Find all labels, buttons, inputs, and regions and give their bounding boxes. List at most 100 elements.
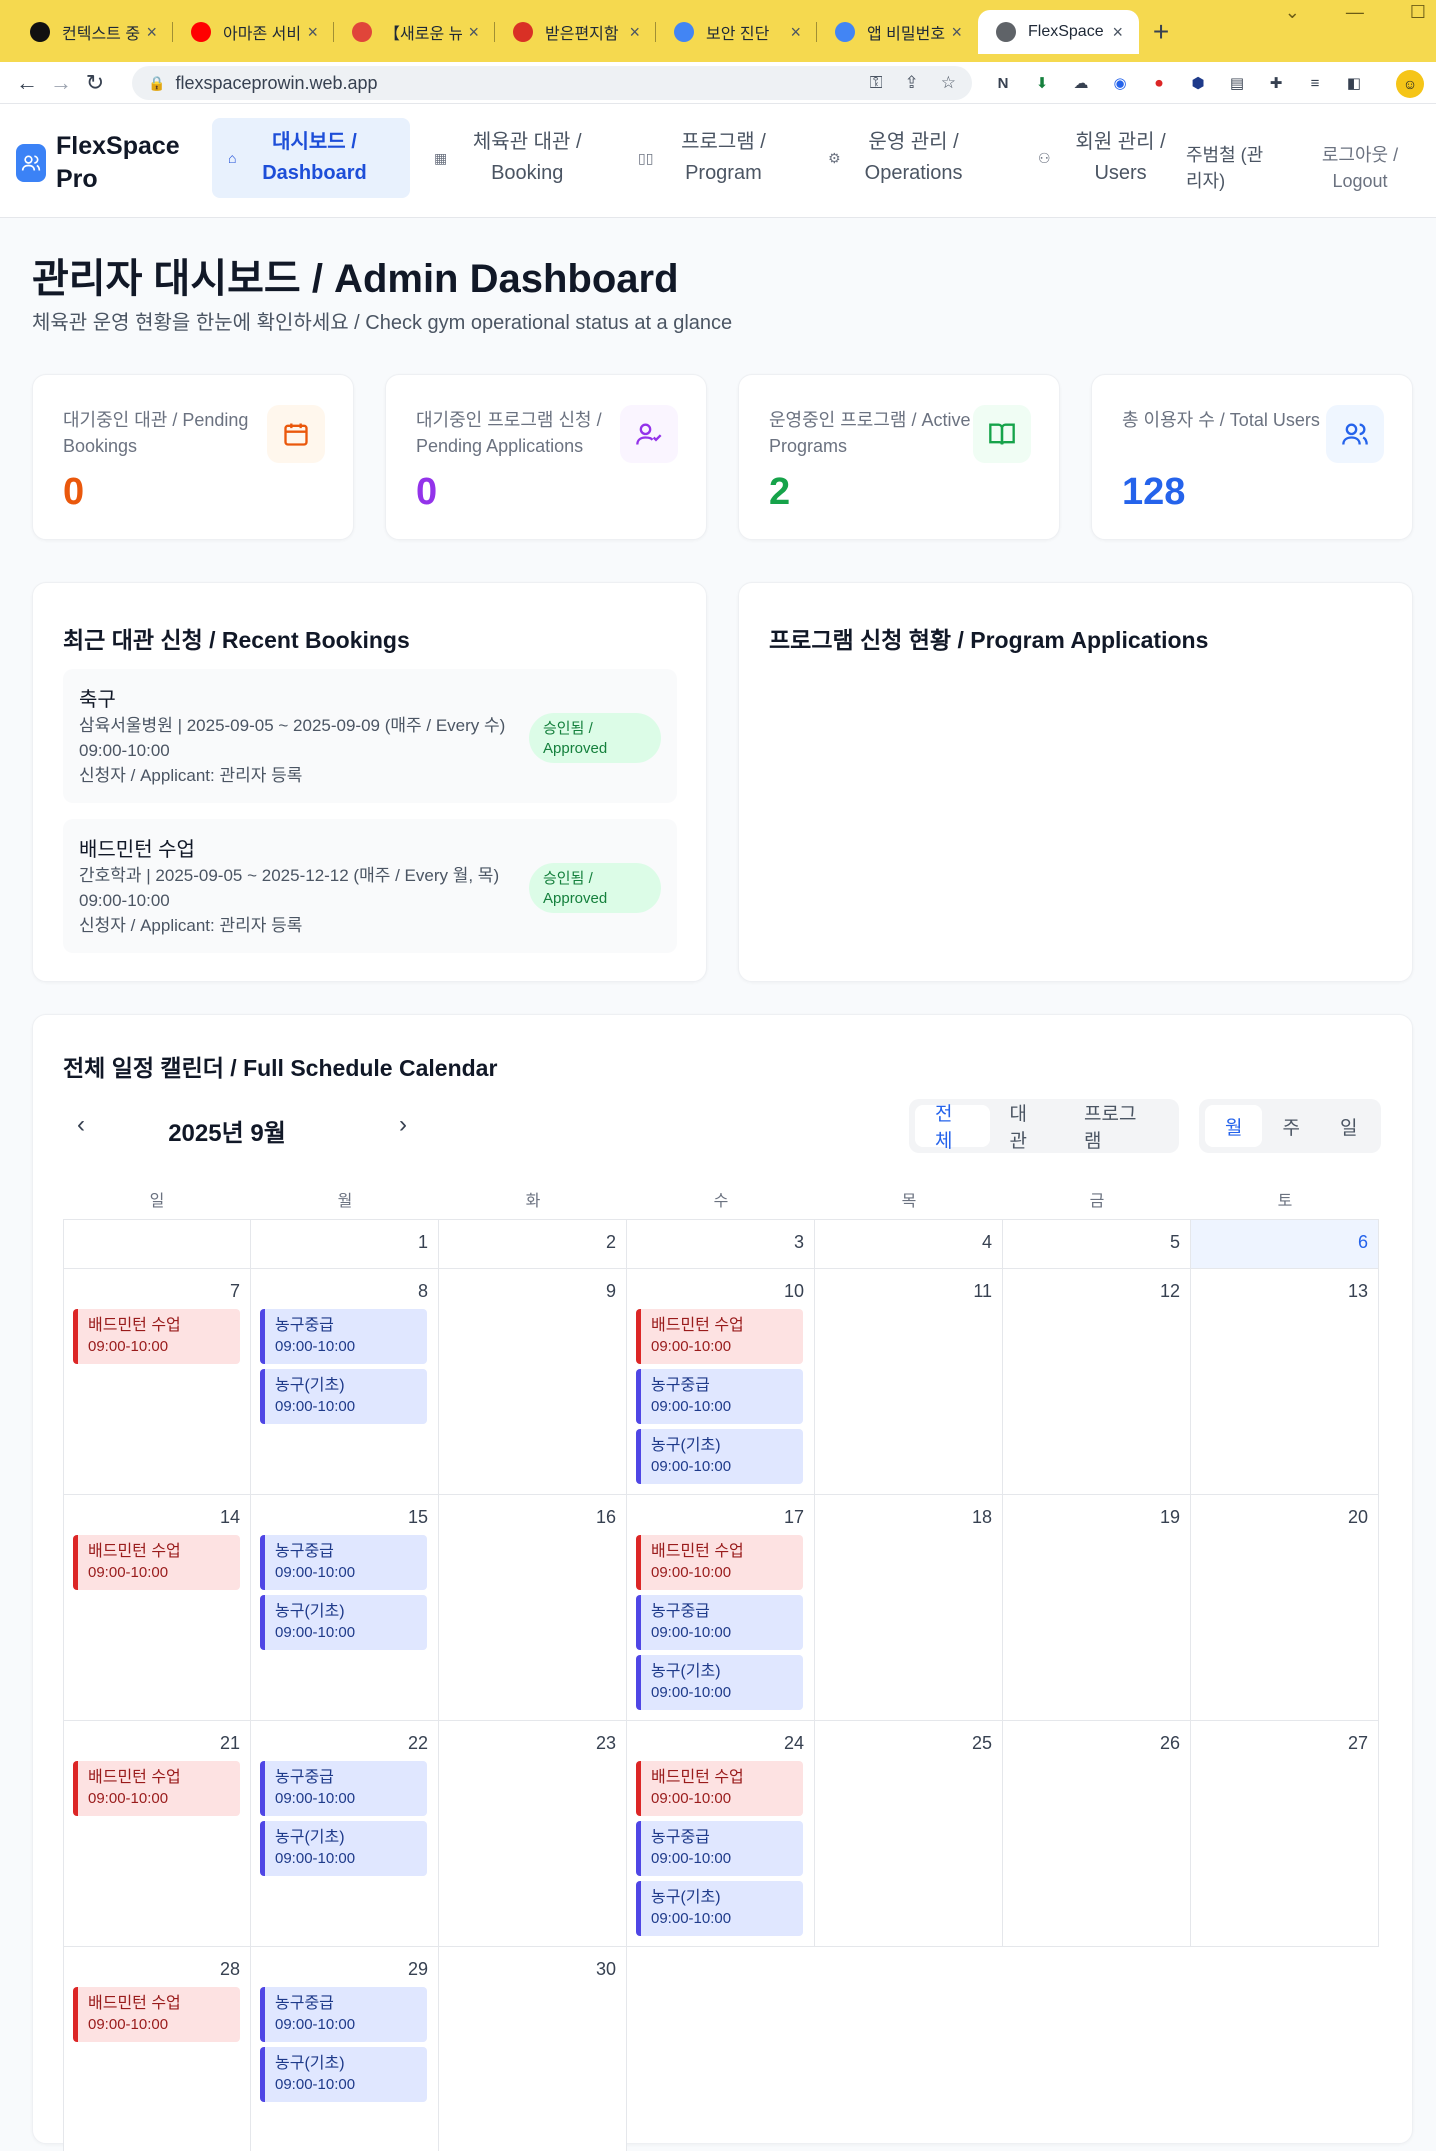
- filter-program[interactable]: 프로그램: [1064, 1104, 1173, 1152]
- close-icon[interactable]: ×: [951, 22, 962, 43]
- calendar-event[interactable]: 농구(기초) 09:00-10:00: [636, 1429, 803, 1484]
- calendar-day-cell[interactable]: 8 농구중급 09:00-10:00 농구(기초) 09:00-10:00: [251, 1269, 439, 1495]
- calendar-day-cell[interactable]: 9: [439, 1269, 627, 1495]
- calendar-event[interactable]: 농구중급 09:00-10:00: [260, 1535, 427, 1590]
- calendar-event[interactable]: 농구(기초) 09:00-10:00: [260, 2047, 427, 2102]
- calendar-event[interactable]: 농구(기초) 09:00-10:00: [636, 1655, 803, 1710]
- logout-button[interactable]: 로그아웃 / Logout: [1300, 142, 1420, 194]
- share-icon[interactable]: ⇪: [905, 73, 919, 93]
- calendar-day-cell[interactable]: 22 농구중급 09:00-10:00 농구(기초) 09:00-10:00: [251, 1721, 439, 1947]
- calendar-day-cell[interactable]: 3: [627, 1219, 815, 1269]
- browser-tab[interactable]: 받은편지함 ×: [495, 10, 656, 54]
- maximize-icon[interactable]: ☐: [1410, 2, 1426, 23]
- url-field[interactable]: 🔒 flexspaceprowin.web.app ⚿ ⇪ ☆: [132, 66, 972, 100]
- profile-avatar[interactable]: ☺: [1396, 70, 1424, 98]
- booking-item[interactable]: 축구 삼육서울병원 | 2025-09-05 ~ 2025-09-09 (매주 …: [63, 669, 677, 803]
- next-month-icon[interactable]: ›: [399, 1111, 407, 1139]
- calendar-event[interactable]: 농구(기초) 09:00-10:00: [260, 1821, 427, 1876]
- extension-cloud-icon[interactable]: ☁: [1068, 70, 1094, 96]
- close-icon[interactable]: ×: [307, 22, 318, 43]
- browser-tab[interactable]: 아마존 서비 ×: [173, 10, 334, 54]
- back-icon[interactable]: ←: [10, 70, 44, 96]
- nav-dashboard[interactable]: ⌂ 대시보드 / Dashboard: [212, 118, 410, 198]
- view-week[interactable]: 주: [1262, 1105, 1319, 1147]
- nav-users[interactable]: ⚇ 회원 관리 / Users: [1030, 118, 1180, 198]
- filter-all[interactable]: 전체: [915, 1104, 990, 1152]
- close-icon[interactable]: ×: [629, 22, 640, 43]
- calendar-day-cell[interactable]: 23: [439, 1721, 627, 1947]
- extension-n-icon[interactable]: N: [990, 70, 1016, 96]
- prev-month-icon[interactable]: ‹: [77, 1111, 85, 1139]
- calendar-day-cell[interactable]: 7 배드민턴 수업 09:00-10:00: [63, 1269, 251, 1495]
- extension-shield-icon[interactable]: ⬢: [1185, 70, 1211, 96]
- media-icon[interactable]: ≡: [1302, 70, 1328, 96]
- calendar-day-cell[interactable]: 5: [1003, 1219, 1191, 1269]
- star-icon[interactable]: ☆: [941, 73, 956, 93]
- calendar-day-cell[interactable]: 27: [1191, 1721, 1379, 1947]
- browser-tab[interactable]: FlexSpace ×: [978, 10, 1139, 54]
- calendar-event[interactable]: 농구중급 09:00-10:00: [260, 1761, 427, 1816]
- calendar-event[interactable]: 농구(기초) 09:00-10:00: [260, 1595, 427, 1650]
- calendar-event[interactable]: 농구(기초) 09:00-10:00: [260, 1369, 427, 1424]
- calendar-day-cell[interactable]: 18: [815, 1495, 1003, 1721]
- close-icon[interactable]: ×: [468, 22, 479, 43]
- calendar-event[interactable]: 배드민턴 수업 09:00-10:00: [73, 1535, 240, 1590]
- url-text[interactable]: flexspaceprowin.web.app: [175, 73, 869, 94]
- minimize-icon[interactable]: —: [1346, 2, 1364, 23]
- calendar-day-cell[interactable]: 17 배드민턴 수업 09:00-10:00 농구중급 09:00-10:00 농구(기초…: [627, 1495, 815, 1721]
- calendar-event[interactable]: 농구중급 09:00-10:00: [636, 1821, 803, 1876]
- calendar-event[interactable]: 배드민턴 수업 09:00-10:00: [636, 1535, 803, 1590]
- browser-tab[interactable]: 앱 비밀번호 ×: [817, 10, 978, 54]
- extension-note-icon[interactable]: ▤: [1224, 70, 1250, 96]
- key-icon[interactable]: ⚿: [870, 73, 883, 93]
- calendar-day-cell[interactable]: 16: [439, 1495, 627, 1721]
- calendar-day-cell[interactable]: 20: [1191, 1495, 1379, 1721]
- calendar-event[interactable]: 농구중급 09:00-10:00: [636, 1595, 803, 1650]
- filter-booking[interactable]: 대관: [990, 1104, 1065, 1152]
- new-tab-icon[interactable]: +: [1139, 10, 1183, 54]
- calendar-day-cell[interactable]: 24 배드민턴 수업 09:00-10:00 농구중급 09:00-10:00 농구(기초…: [627, 1721, 815, 1947]
- forward-icon[interactable]: →: [44, 70, 78, 96]
- chevron-down-icon[interactable]: ⌄: [1285, 2, 1300, 23]
- download-icon[interactable]: ⬇: [1029, 70, 1055, 96]
- nav-operations[interactable]: ⚙ 운영 관리 / Operations: [818, 118, 998, 198]
- browser-tab[interactable]: 컨텍스트 중 ×: [12, 10, 173, 54]
- calendar-day-cell[interactable]: 2: [439, 1219, 627, 1269]
- calendar-event[interactable]: 배드민턴 수업 09:00-10:00: [636, 1761, 803, 1816]
- lock-icon[interactable]: 🔒: [148, 75, 165, 92]
- brand[interactable]: FlexSpace Pro: [16, 130, 186, 196]
- close-icon[interactable]: ×: [790, 22, 801, 43]
- calendar-day-cell[interactable]: 26: [1003, 1721, 1191, 1947]
- sidepanel-icon[interactable]: ◧: [1341, 70, 1367, 96]
- reload-icon[interactable]: ↻: [78, 70, 112, 96]
- close-icon[interactable]: ×: [1112, 22, 1123, 43]
- calendar-day-cell[interactable]: 30: [439, 1947, 627, 2151]
- view-day[interactable]: 일: [1320, 1105, 1377, 1147]
- calendar-event[interactable]: 배드민턴 수업 09:00-10:00: [636, 1309, 803, 1364]
- calendar-day-cell[interactable]: 28 배드민턴 수업 09:00-10:00: [63, 1947, 251, 2151]
- calendar-day-cell[interactable]: 10 배드민턴 수업 09:00-10:00 농구중급 09:00-10:00 농구(기초…: [627, 1269, 815, 1495]
- calendar-event[interactable]: 농구중급 09:00-10:00: [636, 1369, 803, 1424]
- extension-record-icon[interactable]: ⏺: [1146, 70, 1172, 96]
- calendar-event[interactable]: 배드민턴 수업 09:00-10:00: [73, 1761, 240, 1816]
- calendar-day-cell[interactable]: 6: [1191, 1219, 1379, 1269]
- calendar-day-cell[interactable]: 19: [1003, 1495, 1191, 1721]
- extension-e-icon[interactable]: ◉: [1107, 70, 1133, 96]
- calendar-day-cell[interactable]: 29 농구중급 09:00-10:00 농구(기초) 09:00-10:00: [251, 1947, 439, 2151]
- close-icon[interactable]: ×: [146, 22, 157, 43]
- calendar-event[interactable]: 농구중급 09:00-10:00: [260, 1987, 427, 2042]
- calendar-event[interactable]: 농구중급 09:00-10:00: [260, 1309, 427, 1364]
- calendar-day-cell[interactable]: 21 배드민턴 수업 09:00-10:00: [63, 1721, 251, 1947]
- calendar-day-cell[interactable]: 12: [1003, 1269, 1191, 1495]
- nav-booking[interactable]: ▦ 체육관 대관 / Booking: [424, 118, 604, 198]
- calendar-event[interactable]: 배드민턴 수업 09:00-10:00: [73, 1309, 240, 1364]
- calendar-day-cell[interactable]: 25: [815, 1721, 1003, 1947]
- calendar-day-cell[interactable]: 14 배드민턴 수업 09:00-10:00: [63, 1495, 251, 1721]
- browser-tab[interactable]: 【새로운 뉴 ×: [334, 10, 495, 54]
- calendar-day-cell[interactable]: 1: [251, 1219, 439, 1269]
- nav-program[interactable]: ▯▯ 프로그램 / Program: [628, 118, 788, 198]
- puzzle-icon[interactable]: ✚: [1263, 70, 1289, 96]
- booking-item[interactable]: 배드민턴 수업 간호학과 | 2025-09-05 ~ 2025-12-12 (…: [63, 819, 677, 953]
- calendar-day-cell[interactable]: 15 농구중급 09:00-10:00 농구(기초) 09:00-10:00: [251, 1495, 439, 1721]
- browser-tab[interactable]: 보안 진단 ×: [656, 10, 817, 54]
